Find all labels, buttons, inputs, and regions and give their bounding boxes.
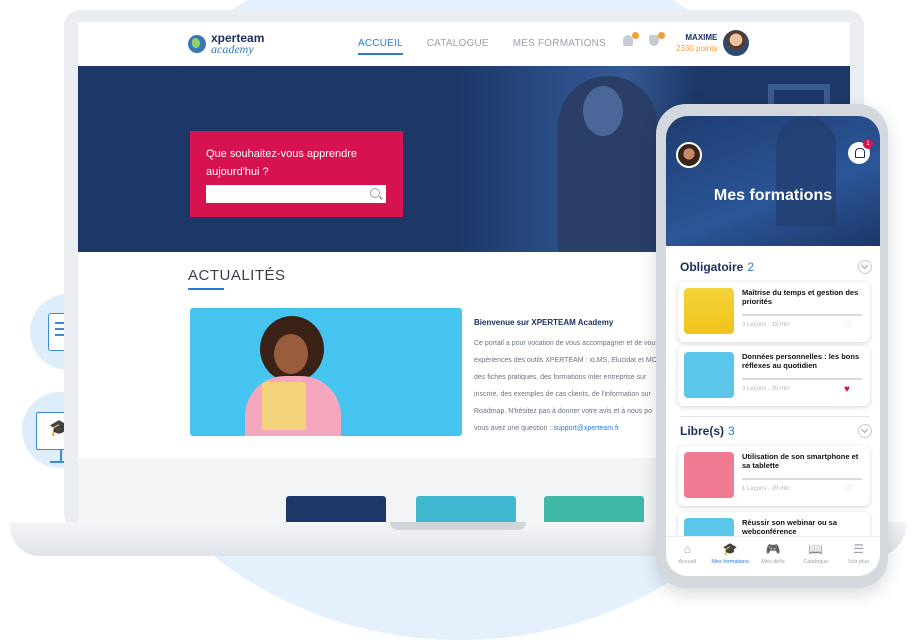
course-meta: 3 Leçons · 20 min [742, 386, 790, 392]
heart-icon[interactable]: ♡ [844, 321, 853, 331]
news-contact-prefix: vous avez une question : [474, 425, 554, 432]
progress-bar [742, 314, 862, 316]
progress-bar [742, 378, 862, 380]
progress-bar [742, 478, 862, 480]
section-count: 3 [728, 424, 735, 438]
bell-icon[interactable] [623, 32, 639, 49]
news-heading: ACTUALITÉS [188, 267, 286, 284]
mobile-hero: 1 Mes formations [666, 116, 880, 246]
tab-catalogue[interactable]: 📖 Catalogue [795, 537, 837, 576]
tab-label: Catalogue [803, 559, 829, 565]
tab-mes-defis[interactable]: 🎮 Mes défis [752, 537, 794, 576]
course-card[interactable]: Maîtrise du temps et gestion des priorit… [678, 282, 870, 342]
nav-links: ACCUEIL CATALOGUE MES FORMATIONS [358, 38, 606, 55]
course-title: Utilisation de son smartphone et sa tabl… [742, 452, 859, 470]
graduation-cap-icon: 🎓 [722, 542, 738, 556]
section-obligatoire: Obligatoire 2 [680, 260, 754, 274]
course-title: Réussir son webinar ou sa webconférence [742, 518, 838, 536]
globe-icon [188, 35, 206, 53]
logo[interactable]: xperteam academy [188, 32, 264, 56]
user-name: MAXIME [685, 33, 718, 42]
menu-icon: ☰ [853, 542, 864, 556]
news-line: des fiches pratiques, des formations int… [474, 374, 647, 381]
course-meta: 3 Leçons · 15 min [742, 322, 790, 328]
board-stand [60, 449, 62, 461]
user-points: 2330 points [676, 44, 718, 53]
tile-navy[interactable] [286, 496, 386, 522]
course-card[interactable]: Utilisation de son smartphone et sa tabl… [678, 446, 870, 506]
tab-voir-plus[interactable]: ☰ Voir plus [838, 537, 880, 576]
top-nav: xperteam academy ACCUEIL CATALOGUE MES F… [78, 22, 850, 66]
avatar[interactable] [723, 30, 749, 56]
tile-cyan[interactable] [416, 496, 516, 522]
gamepad-icon: 🎮 [765, 542, 781, 556]
news-title: Bienvenue sur XPERTEAM Academy [474, 318, 614, 327]
heart-icon[interactable]: ♡ [844, 485, 853, 495]
mobile-bell-button[interactable]: 1 [848, 139, 873, 164]
news-line: Ce portail a pour vocation de vous accom… [474, 340, 659, 347]
nav-accueil[interactable]: ACCUEIL [358, 38, 403, 55]
bell-icon [855, 148, 865, 158]
tab-mes-formations[interactable]: 🎓 Mes formations [709, 537, 751, 576]
logo-line2: academy [211, 42, 254, 56]
tab-label: Accueil [678, 559, 697, 565]
news-underline [188, 288, 224, 290]
trophy-icon[interactable] [649, 32, 665, 49]
tab-label: Mes formations [711, 559, 749, 565]
section-count: 2 [747, 260, 755, 274]
course-title: Maîtrise du temps et gestion des priorit… [742, 288, 859, 306]
mobile-screen: 1 Mes formations Obligatoire 2 Maîtrise d… [666, 116, 880, 576]
book-icon: 📖 [808, 542, 824, 556]
nav-icons [623, 32, 665, 49]
user-info[interactable]: MAXIME 2330 points [676, 32, 717, 54]
mobile-page-title: Mes formations [713, 187, 833, 204]
section-label: Obligatoire [680, 260, 744, 274]
heart-filled-icon[interactable]: ♥ [844, 385, 850, 395]
chevron-down-icon[interactable] [858, 260, 872, 274]
divider [680, 416, 870, 417]
mobile-avatar[interactable] [676, 142, 702, 168]
news-image [190, 308, 462, 436]
nav-catalogue[interactable]: CATALOGUE [427, 38, 489, 55]
search-input[interactable] [206, 185, 386, 203]
news-line: Roadmap. N'hésitez pas à donner votre av… [474, 408, 652, 415]
tile-teal[interactable] [544, 496, 644, 522]
news-text: Bienvenue sur XPERTEAM Academy Ce portai… [474, 314, 684, 437]
headphones-thumbnail [684, 352, 734, 398]
section-libre: Libre(s) 3 [680, 424, 735, 438]
tab-accueil[interactable]: ⌂ Accueil [666, 537, 708, 576]
course-meta: 1 Leçons · 20 min [742, 486, 790, 492]
search-question: Que souhaitez-vous apprendre aujourd'hui… [206, 148, 358, 178]
search-icon[interactable] [370, 188, 380, 198]
home-icon: ⌂ [683, 542, 692, 556]
notification-badge: 1 [863, 139, 873, 149]
nav-mes-formations[interactable]: MES FORMATIONS [513, 38, 606, 55]
tab-label: Mes défis [761, 559, 785, 565]
woman-phone-thumbnail [684, 452, 734, 498]
chevron-down-icon[interactable] [858, 424, 872, 438]
section-label: Libre(s) [680, 424, 725, 438]
news-line: expériences des outils XPERTEAM : xLMS, … [474, 357, 658, 364]
search-panel: Que souhaitez-vous apprendre aujourd'hui… [190, 131, 403, 217]
bottom-tab-bar: ⌂ Accueil 🎓 Mes formations 🎮 Mes défis 📖 Cat… [666, 536, 880, 576]
tab-label: Voir plus [848, 559, 870, 565]
support-email-link[interactable]: support@xperteam.fr [553, 425, 619, 432]
course-title: Données personnelles : les bons réflexes… [742, 352, 860, 370]
course-card[interactable]: Données personnelles : les bons réflexes… [678, 346, 870, 406]
news-line: inscrire, des exemples de cas clients, d… [474, 391, 651, 398]
hourglass-thumbnail [684, 288, 734, 334]
